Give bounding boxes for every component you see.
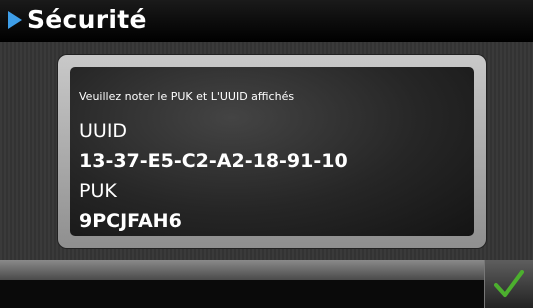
checkmark-icon: [494, 270, 524, 297]
bottom-bar-base: [0, 280, 533, 308]
uuid-label: UUID: [79, 120, 128, 142]
title-bar: Sécurité: [0, 0, 533, 42]
message-panel: Veuillez noter le PUK et L'UUID affichés…: [58, 55, 486, 248]
security-screen: Sécurité Veuillez noter le PUK et L'UUID…: [0, 0, 533, 308]
bottom-bar-highlight: [0, 260, 533, 280]
confirm-button[interactable]: [484, 260, 533, 308]
puk-label: PUK: [79, 180, 117, 202]
bottom-bar: [0, 260, 533, 308]
puk-value: 9PCJFAH6: [79, 210, 182, 232]
play-arrow-icon: [8, 11, 22, 29]
instruction-text: Veuillez noter le PUK et L'UUID affichés: [79, 90, 295, 103]
message-panel-inner: Veuillez noter le PUK et L'UUID affichés…: [70, 67, 474, 236]
content-area: Veuillez noter le PUK et L'UUID affichés…: [0, 42, 533, 260]
page-title: Sécurité: [27, 5, 147, 34]
uuid-value: 13-37-E5-C2-A2-18-91-10: [79, 150, 348, 172]
